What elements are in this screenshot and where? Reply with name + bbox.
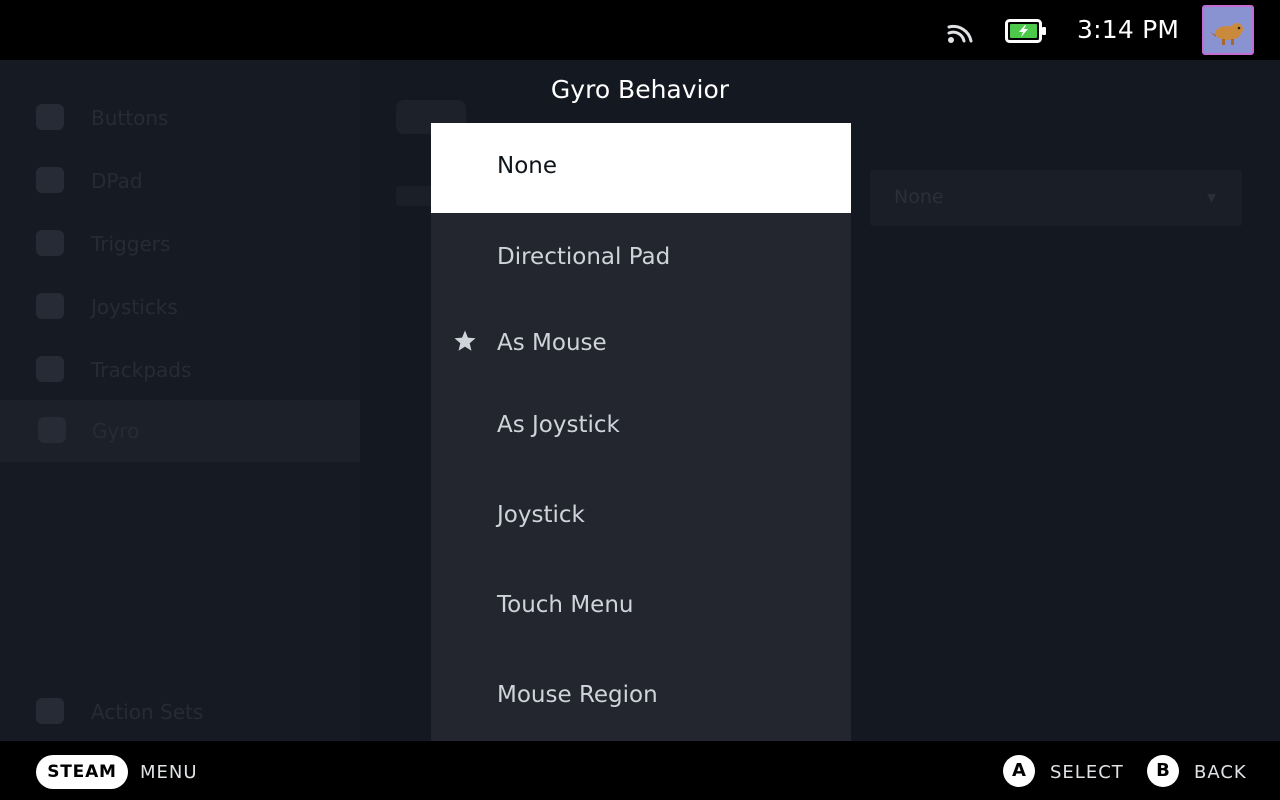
dropdown-list: None Directional Pad As Mouse As Joystic… (431, 123, 851, 741)
sidebar-item-label: Buttons (91, 106, 169, 130)
sidebar-item-label: Trackpads (91, 358, 192, 382)
buttons-icon (36, 104, 64, 130)
sidebar-item-dpad: DPad (36, 163, 336, 195)
gyro-behavior-select: None ▾ (870, 170, 1242, 226)
avatar-image (1204, 7, 1252, 53)
sidebar-item-label: DPad (91, 169, 143, 193)
joysticks-icon (36, 293, 64, 319)
a-button-icon[interactable]: A (1003, 755, 1035, 787)
dialog-title: Gyro Behavior (550, 75, 730, 104)
back-label: BACK (1194, 762, 1247, 783)
b-button-icon[interactable]: B (1147, 755, 1179, 787)
sidebar-item-trackpads: Trackpads (36, 352, 336, 384)
bottom-bar: STEAM MENU A SELECT B BACK (0, 741, 1280, 800)
option-touch-menu[interactable]: Touch Menu (431, 561, 851, 651)
sidebar-item-label: Gyro (92, 419, 140, 443)
main-row-label (396, 186, 436, 206)
option-label: As Joystick (497, 412, 620, 438)
menu-label: MENU (140, 762, 198, 783)
sidebar-item-label: Action Sets (91, 700, 204, 724)
option-mouse-region[interactable]: Mouse Region (431, 651, 851, 741)
steam-button[interactable]: STEAM (36, 755, 128, 789)
option-label: None (497, 153, 558, 179)
chevron-down-icon: ▾ (1206, 187, 1216, 208)
option-as-mouse[interactable]: As Mouse (431, 303, 851, 381)
option-label: Joystick (497, 502, 585, 528)
option-label: Touch Menu (497, 592, 634, 618)
sidebar: Buttons DPad Triggers Joysticks Trackpad… (0, 60, 360, 741)
option-directional-pad[interactable]: Directional Pad (431, 213, 851, 303)
battery-charging-icon (1005, 19, 1046, 43)
triggers-icon (36, 230, 64, 256)
sidebar-item-label: Joysticks (91, 295, 178, 319)
star-icon (454, 330, 476, 351)
select-value: None (894, 186, 944, 208)
user-avatar[interactable] (1202, 5, 1254, 55)
wifi-icon (947, 25, 973, 43)
option-none[interactable]: None (431, 123, 851, 213)
sidebar-item-buttons: Buttons (36, 100, 336, 132)
sidebar-item-label: Triggers (91, 232, 171, 256)
sidebar-item-gyro: Gyro (0, 400, 360, 462)
dpad-icon (36, 167, 64, 193)
option-joystick[interactable]: Joystick (431, 471, 851, 561)
clock: 3:14 PM (1077, 15, 1180, 44)
action-sets-icon (36, 698, 64, 724)
sidebar-item-action-sets: Action Sets (36, 694, 336, 726)
status-bar: 3:14 PM (0, 0, 1280, 60)
option-label: Directional Pad (497, 244, 671, 270)
trackpads-icon (36, 356, 64, 382)
option-label: As Mouse (497, 330, 607, 356)
option-as-joystick[interactable]: As Joystick (431, 381, 851, 471)
sidebar-item-triggers: Triggers (36, 226, 336, 258)
option-label: Mouse Region (497, 682, 658, 708)
gyro-icon (38, 417, 66, 443)
sidebar-item-joysticks: Joysticks (36, 289, 336, 321)
select-label: SELECT (1050, 762, 1124, 783)
